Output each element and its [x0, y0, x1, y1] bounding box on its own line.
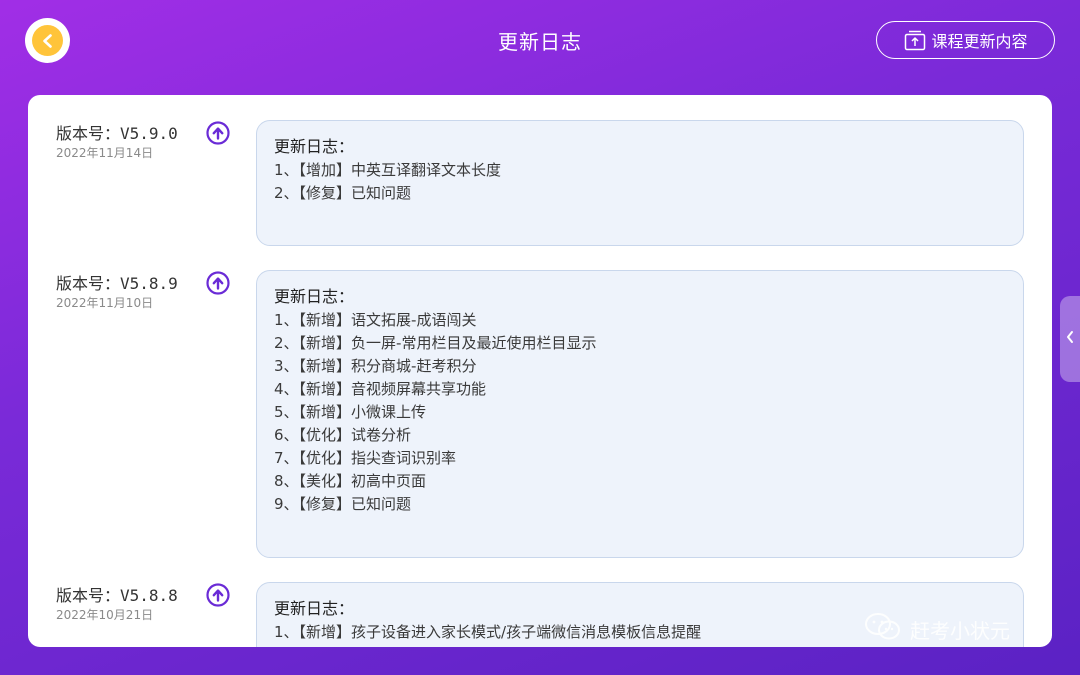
changelog-title: 更新日志：: [274, 137, 355, 156]
upload-circle-icon[interactable]: [205, 270, 231, 296]
changelog-item: 2、【修复】已知问题: [274, 184, 412, 202]
changelog-item: 3、【新增】积分商城-赶考积分: [274, 357, 477, 375]
changelog-item: 1、【增加】中英互译翻译文本长度: [274, 161, 502, 179]
changelog-box: 更新日志： 1、【新增】语文拓展-成语闯关 2、【新增】负一屏-常用栏目及最近使…: [256, 270, 1024, 558]
upload-box-icon: [903, 28, 927, 52]
changelog-item: 1、【新增】语文拓展-成语闯关: [274, 311, 477, 329]
version-date: 2022年10月21日: [56, 608, 154, 622]
changelog-item: 8、【美化】初高中页面: [274, 472, 427, 490]
course-update-button[interactable]: 课程更新内容: [876, 21, 1055, 59]
changelog-item: 5、【新增】小微课上传: [274, 403, 427, 421]
changelog-item: 6、【优化】试卷分析: [274, 426, 412, 444]
changelog-panel[interactable]: 版本号：V5.9.0 2022年11月14日 更新日志： 1、【增加】中英互译翻…: [28, 95, 1052, 647]
changelog-item: 4、【新增】音视频屏幕共享功能: [274, 380, 487, 398]
upload-circle-icon[interactable]: [205, 120, 231, 146]
changelog-item: 2、【新增】负一屏-常用栏目及最近使用栏目显示: [274, 334, 597, 352]
version-label: 版本号：V5.8.9: [56, 274, 178, 293]
version-label: 版本号：V5.8.8: [56, 586, 178, 605]
side-drawer-handle[interactable]: [1060, 296, 1080, 382]
changelog-item: 7、【优化】指尖查词识别率: [274, 449, 457, 467]
wechat-icon: [864, 612, 902, 647]
version-date: 2022年11月10日: [56, 296, 154, 310]
changelog-title: 更新日志：: [274, 287, 355, 306]
course-update-label: 课程更新内容: [931, 32, 1028, 51]
version-date: 2022年11月14日: [56, 146, 154, 160]
watermark: 赶考小状元: [864, 612, 1010, 647]
changelog-box: 更新日志： 1、【增加】中英互译翻译文本长度 2、【修复】已知问题: [256, 120, 1024, 246]
watermark-text: 赶考小状元: [910, 619, 1010, 643]
chevron-left-icon: [1065, 329, 1075, 349]
version-label: 版本号：V5.9.0: [56, 124, 178, 143]
changelog-item: 9、【修复】已知问题: [274, 495, 412, 513]
upload-circle-icon[interactable]: [205, 582, 231, 608]
